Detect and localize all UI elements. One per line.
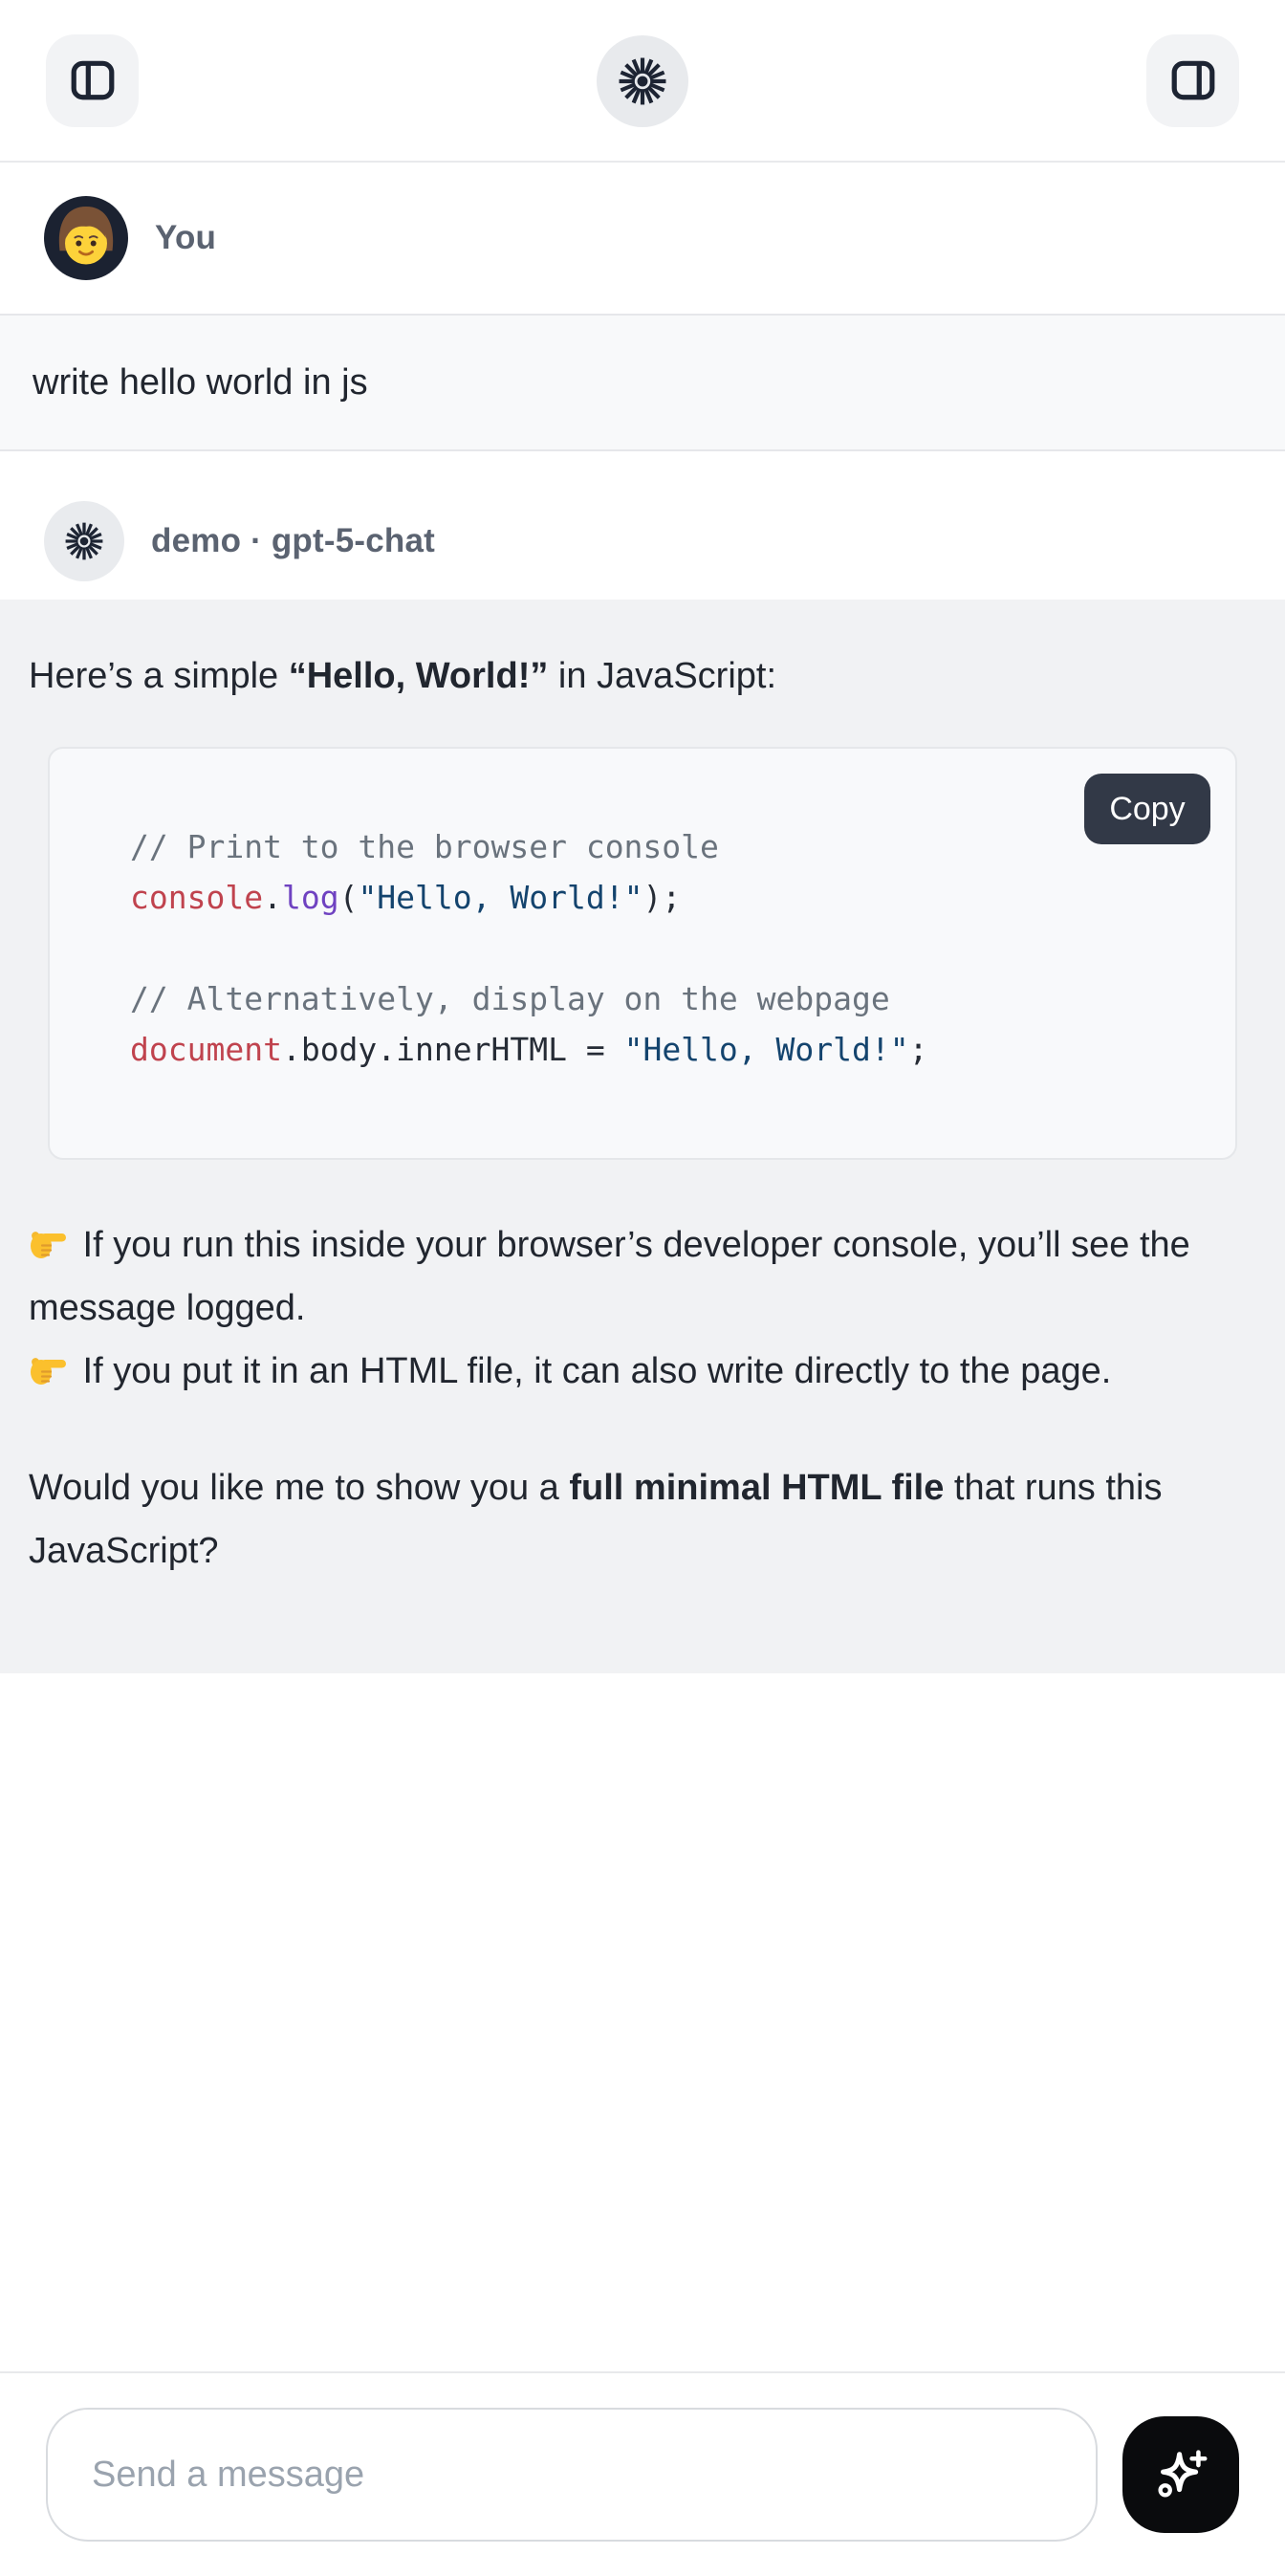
- assistant-message-header: demo · gpt-5-chat: [0, 497, 1285, 600]
- point-right-emoji: [29, 1218, 73, 1256]
- code-line: // Alternatively, display on the webpage: [130, 973, 1207, 1024]
- code-line: console.log("Hello, World!");: [130, 872, 1207, 923]
- sidebar-toggle-button[interactable]: [46, 34, 139, 127]
- code-line: document.body.innerHTML = "Hello, World!…: [130, 1024, 1207, 1075]
- tip-line: If you run this inside your browser’s de…: [29, 1213, 1224, 1340]
- panel-right-icon: [1169, 56, 1217, 104]
- assistant-intro-text: Here’s a simple “Hello, World!” in JavaS…: [29, 645, 1224, 707]
- burst-logo-icon: [62, 519, 106, 563]
- assistant-tips-text: If you run this inside your browser’s de…: [29, 1213, 1224, 1403]
- tip-line: If you put it in an HTML file, it can al…: [29, 1340, 1224, 1403]
- sparkle-icon: [1148, 2442, 1213, 2507]
- code-content: // Print to the browser consoleconsole.l…: [50, 749, 1235, 1075]
- code-line: [130, 923, 1207, 973]
- assistant-followup-text: Would you like me to show you a full min…: [29, 1456, 1224, 1583]
- code-block: Copy // Print to the browser consolecons…: [48, 747, 1237, 1160]
- right-panel-toggle-button[interactable]: [1146, 34, 1239, 127]
- burst-logo-icon: [615, 54, 670, 109]
- code-line: // Print to the browser console: [130, 821, 1207, 872]
- panel-left-icon: [69, 56, 117, 104]
- assistant-avatar: [44, 501, 124, 581]
- message-input[interactable]: [46, 2408, 1098, 2542]
- user-avatar: [44, 196, 128, 280]
- copy-button[interactable]: Copy: [1084, 774, 1210, 844]
- user-message-text: write hello world in js: [33, 362, 368, 404]
- person-emoji: [44, 196, 128, 280]
- user-message-bubble: write hello world in js: [0, 314, 1285, 451]
- spacer: [0, 451, 1285, 497]
- send-button[interactable]: [1122, 2416, 1239, 2533]
- assistant-model-label: demo · gpt-5-chat: [151, 522, 435, 560]
- spacer: [0, 1673, 1285, 2371]
- composer-bar: [0, 2371, 1285, 2576]
- user-name-label: You: [155, 219, 216, 257]
- app-logo-badge: [597, 35, 688, 127]
- top-bar: [0, 0, 1285, 163]
- point-right-emoji: [29, 1344, 73, 1383]
- assistant-message-bubble: Here’s a simple “Hello, World!” in JavaS…: [0, 600, 1285, 1673]
- user-message-header: You: [0, 163, 1285, 314]
